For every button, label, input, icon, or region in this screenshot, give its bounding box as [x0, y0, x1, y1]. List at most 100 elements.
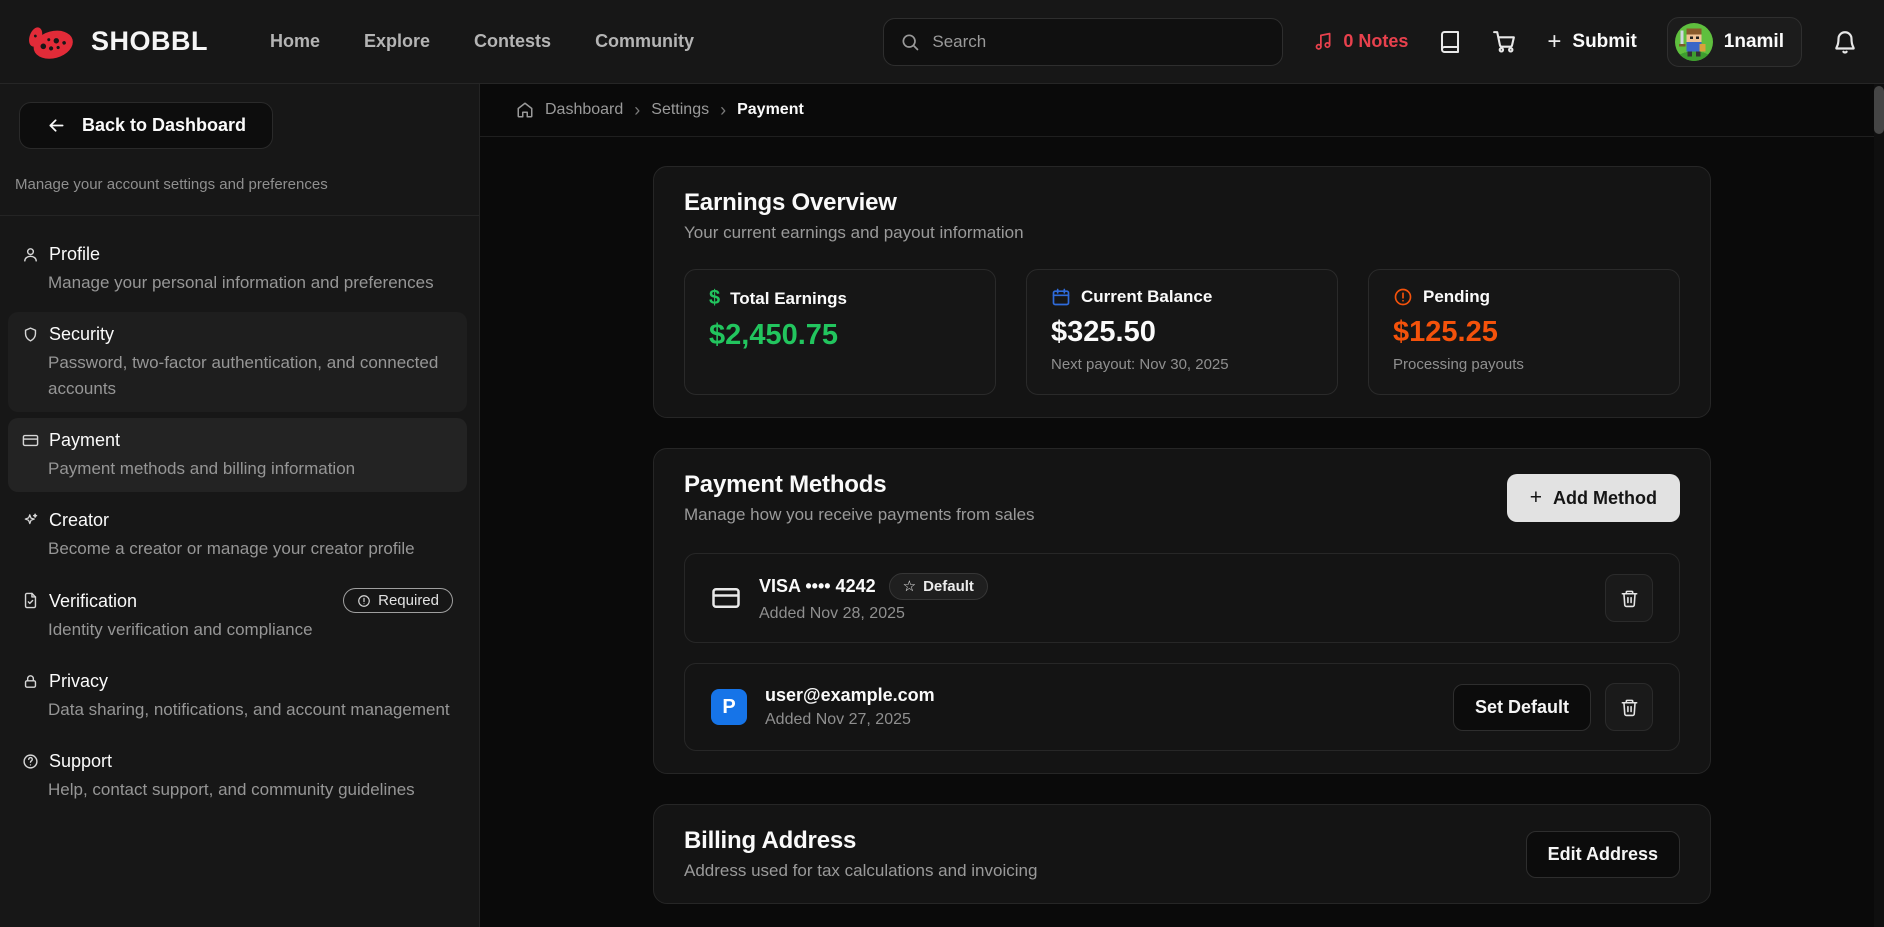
- user-menu[interactable]: 1namil: [1667, 17, 1802, 67]
- sidebar-item-description: Data sharing, notifications, and account…: [48, 697, 453, 723]
- add-method-button[interactable]: + Add Method: [1507, 474, 1680, 522]
- plus-icon: +: [1530, 486, 1542, 510]
- delete-method-button[interactable]: [1605, 683, 1653, 731]
- submit-button[interactable]: + Submit: [1547, 30, 1636, 54]
- submit-label: Submit: [1572, 31, 1636, 53]
- stat-label: Total Earnings: [730, 289, 847, 309]
- delete-method-button[interactable]: [1605, 574, 1653, 622]
- main-content: Dashboard › Settings › Payment Earnings …: [480, 84, 1884, 927]
- breadcrumb-dashboard[interactable]: Dashboard: [545, 101, 623, 119]
- trash-icon: [1620, 589, 1639, 608]
- sidebar-item-label: Privacy: [49, 669, 108, 693]
- sidebar-item-description: Payment methods and billing information: [48, 456, 453, 482]
- sidebar-item-label: Support: [49, 749, 112, 773]
- payment-methods-card: Payment Methods Manage how you receive p…: [653, 448, 1711, 774]
- nav-link-contests[interactable]: Contests: [474, 31, 551, 52]
- nav-link-community[interactable]: Community: [595, 31, 694, 52]
- nav-link-explore[interactable]: Explore: [364, 31, 430, 52]
- cart-button[interactable]: [1492, 29, 1517, 54]
- brand[interactable]: SHOBBL: [26, 18, 208, 66]
- content-column: Earnings Overview Your current earnings …: [653, 166, 1711, 904]
- brand-name: SHOBBL: [91, 26, 208, 57]
- sidebar-item-description: Manage your personal information and pre…: [48, 270, 453, 296]
- sidebar-item-support[interactable]: Support Help, contact support, and commu…: [8, 739, 467, 813]
- search-bar[interactable]: [883, 18, 1283, 66]
- payment-method-row-paypal: P user@example.com Added Nov 27, 2025 Se…: [684, 663, 1680, 751]
- earnings-subtitle: Your current earnings and payout informa…: [684, 223, 1680, 243]
- edit-address-button[interactable]: Edit Address: [1526, 831, 1680, 878]
- required-badge-label: Required: [378, 592, 439, 609]
- sidebar-item-verification[interactable]: Verification Required Identity verificat…: [8, 578, 467, 653]
- earnings-title: Earnings Overview: [684, 189, 1680, 217]
- sidebar-item-description: Identity verification and compliance: [48, 617, 453, 643]
- required-badge: Required: [343, 588, 453, 613]
- home-icon: [516, 101, 534, 119]
- username-label: 1namil: [1724, 31, 1784, 53]
- stat-value: $2,450.75: [709, 319, 971, 352]
- sidebar-item-label: Security: [49, 322, 114, 346]
- billing-title: Billing Address: [684, 827, 1037, 855]
- calendar-icon: [1051, 287, 1071, 307]
- chevron-right-icon: ›: [634, 101, 640, 119]
- nav-link-home[interactable]: Home: [270, 31, 320, 52]
- payment-methods-subtitle: Manage how you receive payments from sal…: [684, 505, 1035, 525]
- sidebar-subtitle: Manage your account settings and prefere…: [15, 176, 460, 193]
- earnings-stats: $ Total Earnings $2,450.75 Current Balan…: [684, 269, 1680, 395]
- plus-icon: +: [1547, 30, 1561, 54]
- chevron-right-icon: ›: [720, 101, 726, 119]
- paypal-icon: P: [711, 689, 747, 725]
- sidebar-item-description: Become a creator or manage your creator …: [48, 536, 453, 562]
- method-added-date: Added Nov 27, 2025: [765, 711, 935, 729]
- shield-icon: [22, 326, 39, 343]
- sparkles-icon: [22, 512, 39, 529]
- stat-note: Processing payouts: [1393, 356, 1655, 374]
- search-input[interactable]: [932, 32, 1266, 52]
- sidebar-item-label: Profile: [49, 242, 100, 266]
- sidebar-item-payment[interactable]: Payment Payment methods and billing info…: [8, 418, 467, 492]
- alert-circle-icon: [1393, 287, 1413, 307]
- back-to-dashboard-button[interactable]: Back to Dashboard: [19, 102, 273, 149]
- bell-icon: [1832, 29, 1858, 55]
- stat-note: [709, 359, 971, 377]
- billing-subtitle: Address used for tax calculations and in…: [684, 861, 1037, 881]
- set-default-button[interactable]: Set Default: [1453, 684, 1591, 731]
- stat-value: $325.50: [1051, 316, 1313, 349]
- avatar: [1675, 23, 1713, 61]
- avatar-pixel-knight: [1675, 23, 1713, 61]
- method-added-date: Added Nov 28, 2025: [759, 605, 988, 623]
- stat-total-earnings: $ Total Earnings $2,450.75: [684, 269, 996, 395]
- notes-counter[interactable]: 0 Notes: [1313, 31, 1408, 52]
- scrollbar-thumb[interactable]: [1874, 86, 1884, 134]
- stat-value: $125.25: [1393, 316, 1655, 349]
- sidebar-items: Profile Manage your personal information…: [0, 216, 479, 813]
- sidebar-item-security[interactable]: Security Password, two-factor authentica…: [8, 312, 467, 412]
- sidebar-item-description: Password, two-factor authentication, and…: [48, 350, 453, 402]
- notifications-button[interactable]: [1832, 29, 1858, 55]
- stat-pending: Pending $125.25 Processing payouts: [1368, 269, 1680, 395]
- sidebar-item-label: Creator: [49, 508, 109, 532]
- book-icon: [1438, 30, 1462, 54]
- alert-circle-icon: [357, 594, 371, 608]
- default-badge: ☆ Default: [889, 573, 988, 600]
- stat-note: Next payout: Nov 30, 2025: [1051, 356, 1313, 374]
- sidebar-item-privacy[interactable]: Privacy Data sharing, notifications, and…: [8, 659, 467, 733]
- stat-current-balance: Current Balance $325.50 Next payout: Nov…: [1026, 269, 1338, 395]
- dollar-icon: $: [709, 287, 720, 310]
- credit-card-icon: [22, 432, 39, 449]
- default-badge-label: Default: [923, 578, 974, 595]
- breadcrumb-payment: Payment: [737, 101, 804, 119]
- settings-sidebar: Back to Dashboard Manage your account se…: [0, 84, 480, 927]
- library-button[interactable]: [1438, 30, 1462, 54]
- cart-icon: [1492, 29, 1517, 54]
- sidebar-item-profile[interactable]: Profile Manage your personal information…: [8, 232, 467, 306]
- page-scrollbar[interactable]: [1874, 84, 1884, 927]
- credit-card-icon: [711, 583, 741, 613]
- sidebar-item-creator[interactable]: Creator Become a creator or manage your …: [8, 498, 467, 572]
- shobbl-logo-icon: [26, 18, 78, 66]
- file-check-icon: [22, 592, 39, 609]
- billing-address-card: Billing Address Address used for tax cal…: [653, 804, 1711, 904]
- breadcrumb-settings[interactable]: Settings: [651, 101, 709, 119]
- payment-methods-title: Payment Methods: [684, 471, 1035, 499]
- navbar: SHOBBL Home Explore Contests Community 0…: [0, 0, 1884, 84]
- arrow-left-icon: [46, 115, 67, 136]
